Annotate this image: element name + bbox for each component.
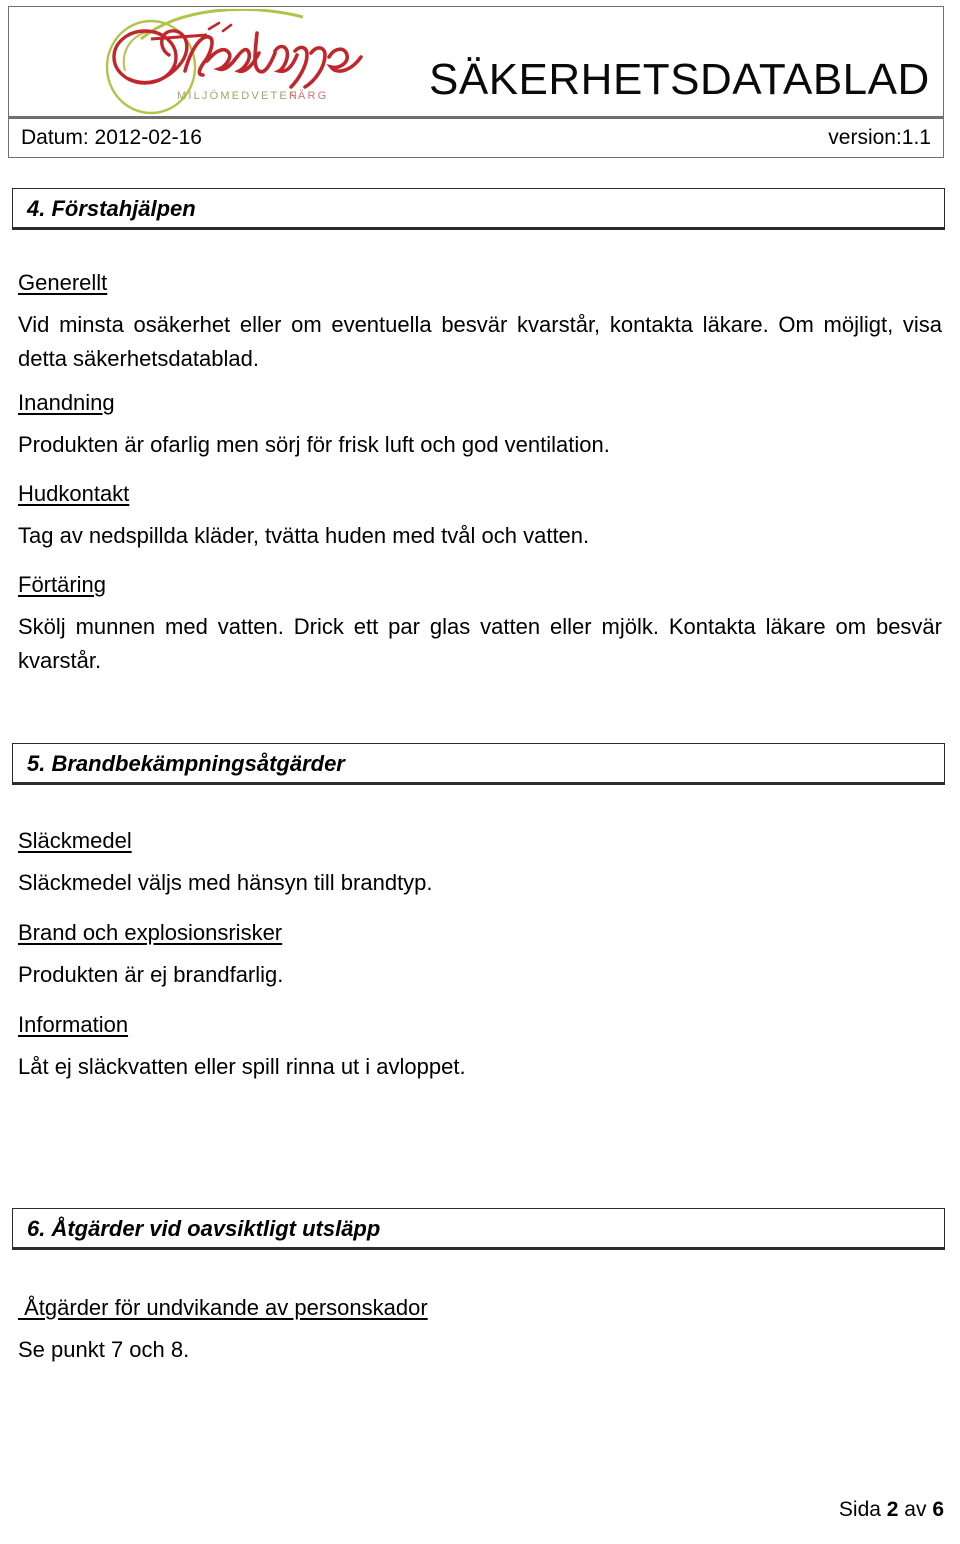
subheading-atgarder-personskador: Åtgärder för undvikande av personskador: [18, 1295, 428, 1320]
subheading-hudkontakt: Hudkontakt: [18, 481, 130, 506]
document-version: version:1.1: [828, 126, 931, 149]
body-brand-explosionsrisker: Produkten är ej brandfarlig.: [18, 962, 284, 987]
footer-middle: av: [898, 1498, 933, 1521]
subheading-generellt: Generellt: [18, 270, 108, 295]
subheading-fortaring: Förtäring: [18, 572, 107, 597]
document-date: Datum: 2012-02-16: [21, 126, 202, 149]
page-footer: Sida 2 av 6: [839, 1498, 944, 1522]
body-hudkontakt: Tag av nedspillda kläder, tvätta huden m…: [18, 523, 590, 548]
document-title: SÄKERHETSDATABLAD: [429, 55, 930, 104]
subheading-slackmedel: Släckmedel: [18, 828, 132, 853]
company-logo: MILJÖMEDVETEN FÄRG: [89, 9, 399, 117]
body-inandning: Produkten är ofarlig men sörj för frisk …: [18, 432, 610, 457]
body-information: Låt ej släckvatten eller spill rinna ut …: [18, 1054, 466, 1079]
section-heading-box-6: 6. Åtgärder vid oavsiktligt utsläpp: [12, 1208, 945, 1250]
footer-current-page: 2: [886, 1498, 899, 1521]
document-header: MILJÖMEDVETEN FÄRG SÄKERHETSDATABLAD Dat…: [8, 6, 944, 158]
section-title-5: 5. Brandbekämpningsåtgärder: [27, 751, 345, 776]
section-title-6: 6. Åtgärder vid oavsiktligt utsläpp: [27, 1216, 381, 1241]
logo-tagline-secondary: FÄRG: [289, 90, 328, 102]
body-slackmedel: Släckmedel väljs med hänsyn till brandty…: [18, 870, 433, 895]
body-generellt: Vid minsta osäkerhet eller om eventuella…: [18, 312, 942, 371]
header-brand-row: MILJÖMEDVETEN FÄRG SÄKERHETSDATABLAD: [9, 7, 943, 119]
footer-total-pages: 6: [932, 1498, 944, 1521]
section-title-4: 4. Förstahjälpen: [27, 196, 196, 221]
body-atgarder-personskador: Se punkt 7 och 8.: [18, 1337, 190, 1362]
section-heading-box-5: 5. Brandbekämpningsåtgärder: [12, 743, 945, 785]
subheading-brand-explosionsrisker: Brand och explosionsrisker: [18, 920, 283, 945]
section-heading-box-4: 4. Förstahjälpen: [12, 188, 945, 230]
footer-prefix: Sida: [838, 1498, 887, 1521]
subheading-information: Information: [18, 1012, 129, 1037]
logo-tagline-primary: MILJÖMEDVETEN: [177, 90, 299, 102]
header-meta-row: Datum: 2012-02-16 version:1.1: [9, 119, 943, 157]
body-fortaring: Skölj munnen med vatten. Drick ett par g…: [18, 614, 942, 673]
subheading-inandning: Inandning: [18, 390, 115, 415]
